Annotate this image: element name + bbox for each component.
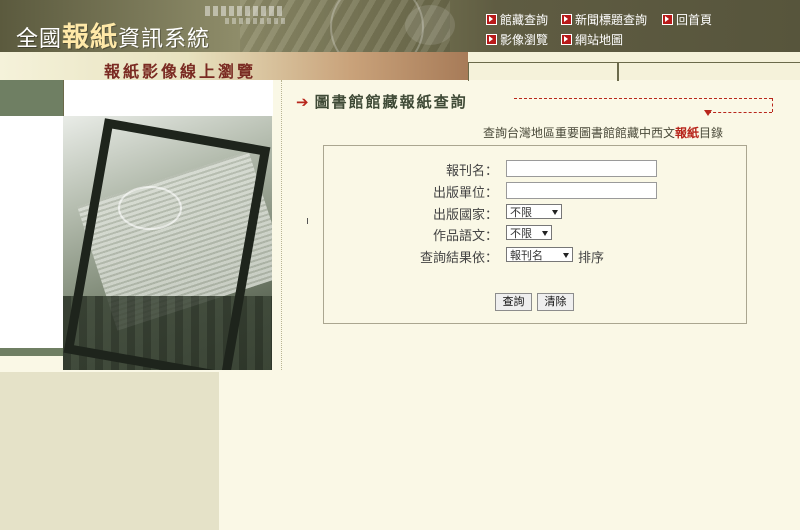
header-decoration-squares [225,18,285,24]
arrow-bullet-icon [662,14,673,25]
arrow-bullet-icon [486,14,497,25]
arrow-down-icon [704,110,712,116]
language-select[interactable]: 不限 [506,225,552,240]
sort-select-value: 報刊名 [510,249,543,262]
nav-sitemap-link[interactable]: 網站地圖 [561,33,623,47]
dropdown-arrow-icon [563,253,569,258]
sort-suffix-label: 排序 [578,251,605,266]
arrow-right-icon: ➔ [296,93,309,111]
header-decoration-squares [205,6,285,16]
country-select[interactable]: 不限 [506,204,562,219]
divider-tick [307,218,308,224]
nav-headline-search-link[interactable]: 新聞標題查詢 [561,13,647,27]
search-form: 報刊名： 出版單位： 出版國家： 不限 作品語文： 不限 查詢結果依： 報刊名 … [323,145,747,324]
description-text: 查詢台灣地區重要圖書館館藏中西文 [483,126,676,140]
left-footer-block [0,372,219,530]
description-highlight: 報紙 [675,126,700,140]
nav-label: 網站地圖 [575,33,624,47]
sort-label: 查詢結果依： [419,251,498,266]
nav-label: 影像瀏覽 [500,33,549,47]
language-select-value: 不限 [510,227,532,240]
site-title-prefix: 全國 [16,27,63,52]
glasses-graphic [118,186,182,230]
dropdown-arrow-icon [542,231,548,236]
arrow-bullet-icon [561,14,572,25]
heading-dashed-line [772,98,773,112]
newspaper-name-input[interactable] [506,160,657,177]
country-label: 出版國家： [432,208,498,223]
column-divider [281,80,282,370]
dropdown-arrow-icon [552,210,558,215]
site-title-suffix: 資訊系統 [118,27,211,52]
nav-label: 回首頁 [676,13,713,27]
site-header: 全國報紙資訊系統 館藏查詢 新聞標題查詢 回首頁 影像瀏覽 網站地圖 [0,0,800,52]
newspaper-name-label: 報刊名： [445,164,498,179]
site-logo-title[interactable]: 全國報紙資訊系統 [16,15,210,52]
left-color-bar [0,348,63,356]
site-title-emphasis: 報紙 [62,22,119,52]
section-description: 查詢台灣地區重要圖書館館藏中西文報紙目錄 [483,124,723,141]
description-text: 目錄 [699,126,724,140]
arrow-bullet-icon [561,34,572,45]
nav-label: 新聞標題查詢 [575,13,648,27]
nav-collection-search-link[interactable]: 館藏查詢 [486,13,548,27]
nav-home-link[interactable]: 回首頁 [662,13,712,27]
banner-frame [468,62,618,81]
language-label: 作品語文： [432,229,498,244]
nav-label: 館藏查詢 [500,13,549,27]
publisher-label: 出版單位： [432,186,498,201]
photo-top-panel [63,80,273,116]
sort-select[interactable]: 報刊名 [506,247,573,262]
publisher-input[interactable] [506,182,657,199]
header-decoration-glow [405,5,455,45]
heading-dashed-line [514,98,772,99]
newspaper-magnifier-image [63,116,272,370]
left-white-panel [0,116,63,348]
clear-button[interactable]: 清除 [537,293,574,311]
banner-frame [618,62,800,81]
heading-dashed-line [708,112,772,113]
country-select-value: 不限 [510,206,532,219]
arrow-bullet-icon [486,34,497,45]
left-color-block [0,80,63,116]
section-title: 圖書館館藏報紙查詢 [314,93,468,111]
page-subtitle: 報紙影像線上瀏覽 [104,62,257,81]
section-heading: ➔ 圖書館館藏報紙查詢 [296,91,468,112]
nav-image-browse-link[interactable]: 影像瀏覽 [486,33,548,47]
search-button[interactable]: 查詢 [495,293,532,311]
